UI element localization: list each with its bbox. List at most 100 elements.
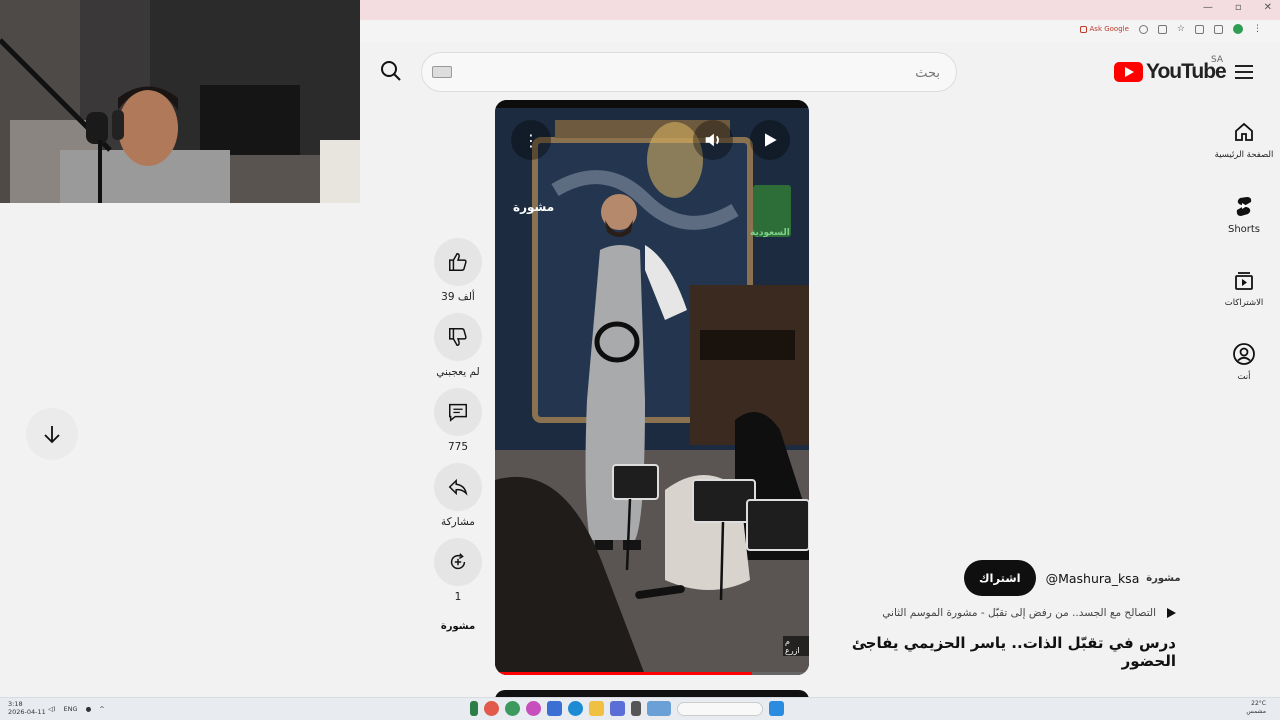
remix-count: 1 [454,591,462,603]
widgets-icon[interactable] [647,701,671,716]
ask-google-button[interactable]: Ask Google [1079,25,1129,33]
play-button[interactable] [750,120,790,160]
subscriptions-icon [1235,272,1253,290]
keyboard-icon[interactable] [432,66,452,78]
clock-time: 3:18 [8,700,23,708]
sidebar-item-subscriptions[interactable]: الاشتراكات [1208,258,1280,332]
extensions-icon[interactable] [1195,24,1204,34]
home-icon [1235,122,1253,141]
start-icon[interactable] [769,701,784,716]
tray-overflow-icon[interactable]: ^ [99,705,104,713]
video-frame [495,100,809,675]
sidebar-item-label: Shorts [1227,224,1261,235]
like-count: 39 ألف [441,291,475,303]
task-view-icon[interactable] [631,701,641,716]
subscribe-button[interactable]: اشتراك [964,560,1036,596]
video-watermark: مشورة [513,200,555,214]
channel-avatar[interactable]: مشورة [1146,569,1180,587]
remix-icon [450,553,466,570]
edge-icon[interactable] [568,701,583,716]
shorts-icon [1236,197,1252,216]
language-indicator[interactable]: ENG [64,705,78,713]
more-vert-icon: ⋮ [523,130,539,150]
google-lens-icon [1079,25,1087,33]
cast-icon[interactable] [1157,24,1167,34]
mic-icon[interactable]: ● [86,705,92,713]
like-action: 39 ألف [430,238,486,305]
sidebar-item-shorts[interactable]: Shorts [1208,184,1280,258]
share-icon [448,478,468,496]
comment-icon [449,403,467,422]
you-icon [1233,343,1255,365]
chrome-canary-icon[interactable] [526,701,541,716]
channel-row: اشتراك @Mashura_ksa مشورة [964,560,1181,596]
short-actions: 39 ألف لم يعجبني 775 مشاركة 1 مشورة [430,238,486,639]
comment-action: 775 [430,388,486,455]
short-video-player[interactable]: ⋮ مشورة السعودية م ازرع [495,100,809,675]
video-progress-bar[interactable] [495,672,809,675]
close-button[interactable]: ✕ [1264,2,1272,13]
chrome-icon[interactable] [484,701,499,716]
video-progress-fill [495,672,753,675]
weather-widget[interactable]: 22°C مشمس [1246,700,1266,716]
remix-action: 1 [430,538,486,605]
search-icon [381,61,401,81]
play-triangle-icon [1167,608,1176,618]
sound-tray-icon[interactable]: ◁) [48,705,56,713]
hamburger-menu-icon[interactable] [1233,61,1255,83]
channel-handle[interactable]: @Mashura_ksa [1046,571,1140,586]
like-button[interactable] [434,238,482,286]
sidebar-item-label: الصفحة الرئيسية [1214,150,1274,160]
screen: — ▫ ✕ Ask Google ☆ ⋮ بحث YouTube SA الصف… [0,0,1280,720]
dislike-button[interactable] [434,313,482,361]
weather-temp: 22°C [1251,700,1266,707]
zoom-icon[interactable] [1138,24,1148,34]
channel-sound-avatar[interactable]: مشورة [438,613,478,639]
channel-logo-text: السعودية [750,228,790,238]
search-button[interactable] [376,56,406,86]
os-taskbar: 3:18 2026-04-11 ◁) ENG ● ^ 22°C مشمس [0,697,1280,720]
store-icon[interactable] [610,701,625,716]
play-icon [765,133,777,147]
taskbar-clock[interactable]: 3:18 2026-04-11 [8,700,46,716]
sidebar-item-home[interactable]: الصفحة الرئيسية [1208,110,1280,184]
file-explorer-icon[interactable] [589,701,604,716]
sound-action: مشورة [430,613,486,639]
browser-tab-bar: — ▫ ✕ [360,0,1280,20]
mail-icon[interactable] [547,701,562,716]
sound-row[interactable]: التصالح مع الجسد.. من رفض إلى تقبّل - مش… [860,606,1178,620]
browser-menu-icon[interactable]: ⋮ [1253,24,1262,34]
video-corner-text: م ازرع [783,636,809,656]
thumbs-up-icon [449,253,467,271]
chrome-dev-icon[interactable] [505,701,520,716]
youtube-header: YouTube SA [360,42,1280,102]
downloads-icon[interactable] [1214,24,1223,34]
youtube-logo[interactable]: YouTube [1114,60,1227,84]
next-short-button[interactable] [26,408,78,460]
volume-icon [705,133,719,147]
remix-button[interactable] [434,538,482,586]
more-options-button[interactable]: ⋮ [511,120,551,160]
share-action: مشاركة [430,463,486,530]
profile-avatar[interactable] [1233,24,1243,34]
guide-sidebar: الصفحة الرئيسية Shorts الاشتراكات أنت [1208,110,1280,406]
share-label: مشاركة [441,516,475,528]
clock-date: 2026-04-11 [8,708,46,716]
sidebar-item-label: أنت [1237,372,1251,382]
volume-button[interactable] [693,120,733,160]
youtube-play-icon [1114,62,1143,82]
sidebar-item-you[interactable]: أنت [1208,332,1280,406]
sidebar-item-label: الاشتراكات [1224,298,1264,308]
taskbar-search[interactable] [677,701,763,716]
share-button[interactable] [434,463,482,511]
minimize-button[interactable]: — [1203,2,1213,13]
webcam-overlay [0,0,360,203]
app-icon-1[interactable] [470,701,478,716]
dislike-action: لم يعجبني [430,313,486,380]
short-title[interactable]: درس في تقبّل الذات.. ياسر الحزيمي يفاجئ … [830,634,1176,670]
comment-count: 775 [447,441,469,453]
maximize-button[interactable]: ▫ [1235,2,1242,13]
search-input[interactable] [470,63,940,83]
comments-button[interactable] [434,388,482,436]
bookmark-star-icon[interactable]: ☆ [1177,24,1185,34]
